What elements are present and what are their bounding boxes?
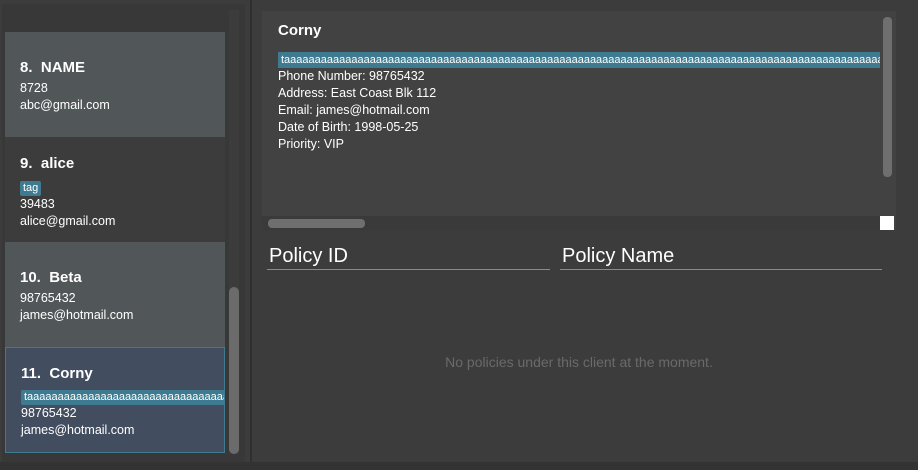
main-scrollbar[interactable] (900, 4, 910, 462)
app-window: 8. NAME 8728 abc@gmail.com 9. alice tag … (0, 0, 918, 470)
detail-tag-badge: taaaaaaaaaaaaaaaaaaaaaaaaaaaaaaaaaaaaaaa… (278, 52, 880, 68)
client-card-9[interactable]: 9. alice tag 39483 alice@gmail.com (5, 137, 225, 242)
client-email: abc@gmail.com (20, 98, 110, 112)
client-phone: 39483 (20, 197, 55, 211)
detail-horizontal-scroll-thumb[interactable] (268, 219, 365, 228)
split-divider[interactable] (250, 0, 252, 462)
detail-phone: Phone Number: 98765432 (278, 69, 425, 83)
client-phone: 98765432 (20, 291, 76, 305)
client-email: james@hotmail.com (20, 308, 134, 322)
detail-horizontal-scrollbar[interactable] (262, 216, 880, 230)
client-email: james@hotmail.com (21, 423, 135, 437)
client-phone: 98765432 (21, 406, 77, 420)
client-name: alice (40, 155, 75, 172)
client-card-10[interactable]: 10. Beta 98765432 james@hotmail.com (5, 242, 225, 347)
window-bottom-edge (0, 462, 918, 470)
client-tags: taaaaaaaaaaaaaaaaaaaaaaaaaaaaaaaaaaa (21, 387, 224, 405)
client-list-scroll-thumb[interactable] (229, 287, 239, 454)
client-list-panel: 8. NAME 8728 abc@gmail.com 9. alice tag … (2, 4, 245, 462)
detail-address: Address: East Coast Blk 112 (278, 86, 437, 100)
client-list-scrollbar[interactable] (229, 10, 239, 454)
client-detail-panel: Corny taaaaaaaaaaaaaaaaaaaaaaaaaaaaaaaaa… (262, 11, 896, 230)
column-header-policy-id[interactable]: Policy ID (267, 242, 550, 270)
client-list[interactable]: 8. NAME 8728 abc@gmail.com 9. alice tag … (5, 4, 227, 460)
detail-date-of-birth: Date of Birth: 1998-05-25 (278, 120, 419, 134)
client-index: 8. (20, 59, 33, 76)
client-email: alice@gmail.com (20, 214, 116, 228)
detail-email: Email: james@hotmail.com (278, 103, 430, 117)
client-card-11[interactable]: 11. Corny taaaaaaaaaaaaaaaaaaaaaaaaaaaaa… (5, 347, 225, 453)
detail-client-name: Corny (278, 22, 322, 39)
client-detail-content: Corny taaaaaaaaaaaaaaaaaaaaaaaaaaaaaaaaa… (278, 19, 880, 215)
scroll-corner (880, 216, 894, 230)
policy-table-empty-message: No policies under this client at the mom… (445, 354, 713, 370)
client-card-title: 8. NAME (20, 59, 225, 77)
client-index: 10. (20, 269, 41, 286)
client-name: Corny (49, 365, 93, 382)
client-card-title: 11. Corny (21, 365, 224, 383)
client-card-title: 10. Beta (20, 269, 225, 287)
client-phone: 8728 (20, 81, 48, 95)
client-index: 11. (21, 365, 42, 382)
client-card-8[interactable]: 8. NAME 8728 abc@gmail.com (5, 32, 225, 137)
tag-badge: tag (20, 181, 42, 196)
tag-badge: taaaaaaaaaaaaaaaaaaaaaaaaaaaaaaaaaaa (21, 390, 224, 405)
client-name: NAME (40, 59, 86, 76)
column-header-policy-name[interactable]: Policy Name (560, 242, 882, 270)
detail-priority: Priority: VIP (278, 137, 344, 151)
client-card-title: 9. alice (20, 155, 225, 173)
client-name: Beta (49, 269, 82, 286)
detail-vertical-scroll-thumb[interactable] (883, 17, 892, 177)
client-index: 9. (20, 155, 33, 172)
client-tags: tag (20, 178, 225, 196)
